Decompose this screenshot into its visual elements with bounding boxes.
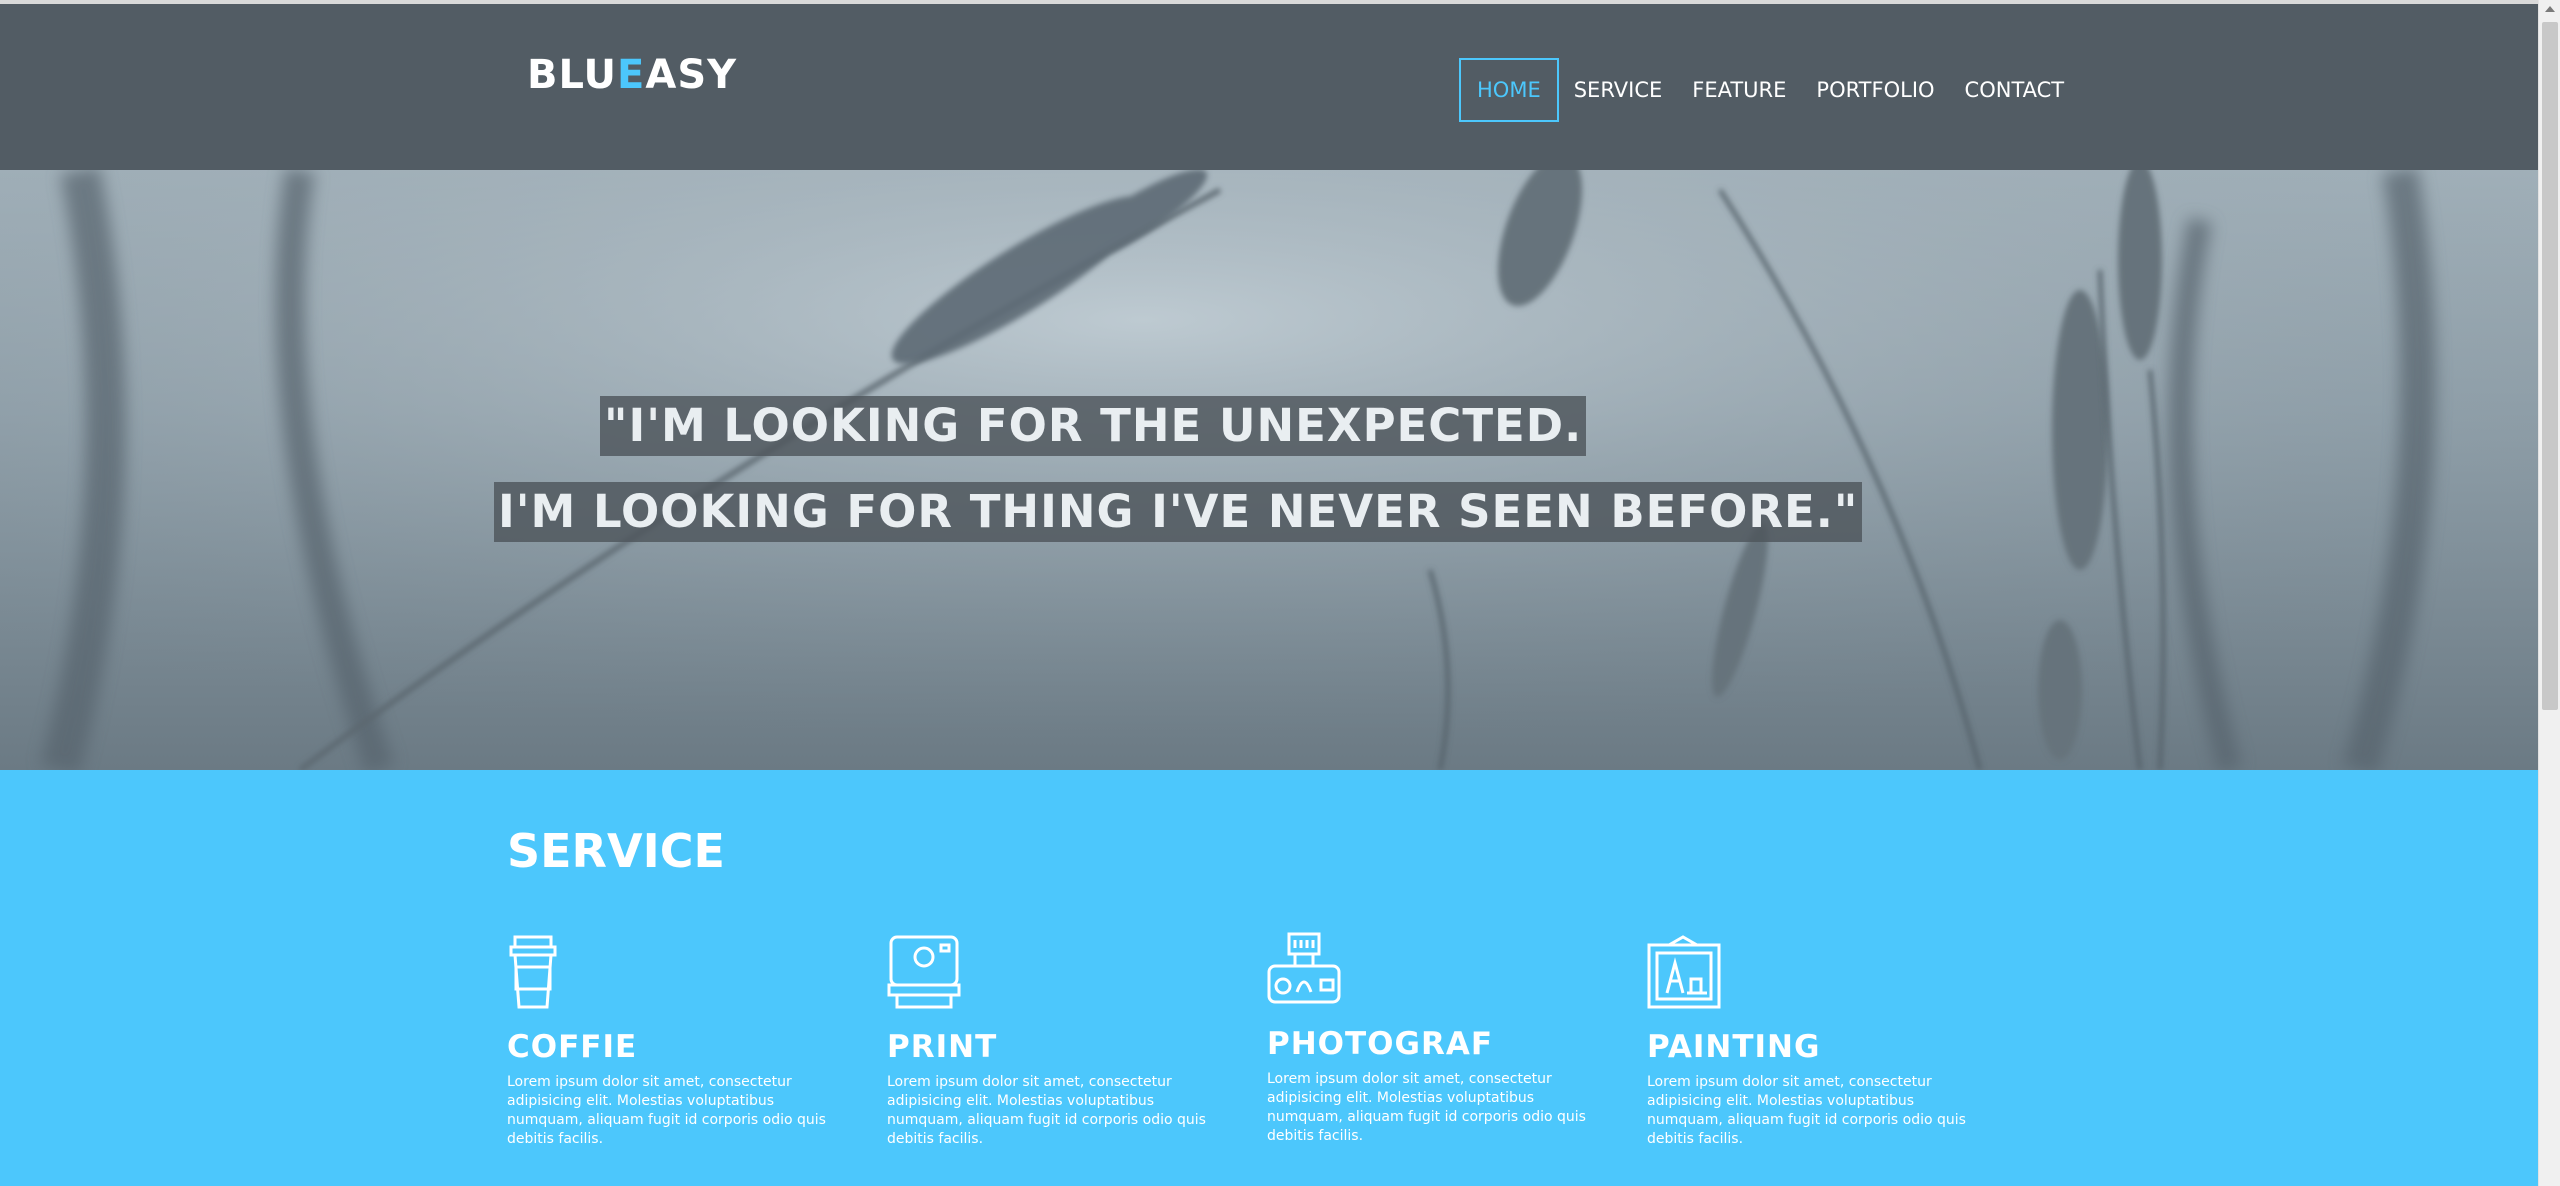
- nav-item-contact[interactable]: CONTACT: [1950, 58, 2080, 122]
- service-card-painting: PAINTING Lorem ipsum dolor sit amet, con…: [1647, 935, 1977, 1149]
- service-title: PHOTOGRAF: [1267, 1026, 1493, 1062]
- hero-quote-line-1: "I'M LOOKING FOR THE UNEXPECTED.: [600, 396, 1587, 456]
- service-title: PAINTING: [1647, 1029, 1821, 1065]
- service-title: PRINT: [887, 1029, 998, 1065]
- logo-text-part1: BLU: [527, 52, 618, 98]
- hero-quote-line-2: I'M LOOKING FOR THING I'VE NEVER SEEN BE…: [494, 482, 1863, 542]
- scroll-up-arrow-icon[interactable]: [2545, 6, 2555, 12]
- service-text: Lorem ipsum dolor sit amet, consectetur …: [1267, 1071, 1586, 1144]
- service-title: COFFIE: [507, 1029, 638, 1065]
- service-heading: SERVICE: [507, 824, 725, 878]
- service-section: SERVICE COFFIE Lorem ipsum dolor sit ame…: [0, 770, 2538, 1186]
- nav-item-feature[interactable]: FEATURE: [1677, 58, 1801, 122]
- nav-item-home[interactable]: HOME: [1459, 58, 1559, 122]
- polaroid-camera-icon: [887, 935, 961, 1009]
- wheat-field-background: [0, 170, 2538, 770]
- logo-text-part2: ASY: [645, 52, 738, 98]
- logo[interactable]: BLUEASY: [527, 52, 737, 98]
- service-text: Lorem ipsum dolor sit amet, consectetur …: [887, 1074, 1206, 1147]
- logo-text-accent: E: [617, 52, 646, 98]
- page: BLUEASY HOME SERVICE FEATURE PORTFOLIO C…: [0, 0, 2560, 1186]
- hero-banner: "I'M LOOKING FOR THE UNEXPECTED. I'M LOO…: [0, 170, 2538, 770]
- scrollbar-thumb[interactable]: [2542, 22, 2558, 710]
- main-nav: HOME SERVICE FEATURE PORTFOLIO CONTACT: [1459, 58, 2079, 122]
- service-card-coffie: COFFIE Lorem ipsum dolor sit amet, conse…: [507, 935, 837, 1149]
- site-header: BLUEASY HOME SERVICE FEATURE PORTFOLIO C…: [0, 4, 2538, 170]
- service-card-photograf: PHOTOGRAF Lorem ipsum dolor sit amet, co…: [1267, 932, 1597, 1146]
- service-card-print: PRINT Lorem ipsum dolor sit amet, consec…: [887, 935, 1217, 1149]
- nav-item-service[interactable]: SERVICE: [1559, 58, 1678, 122]
- service-text: Lorem ipsum dolor sit amet, consectetur …: [1647, 1074, 1966, 1147]
- nav-item-portfolio[interactable]: PORTFOLIO: [1801, 58, 1949, 122]
- painting-frame-icon: [1647, 935, 1721, 1009]
- service-text: Lorem ipsum dolor sit amet, consectetur …: [507, 1074, 826, 1147]
- coffee-cup-icon: [509, 935, 557, 1009]
- vertical-scrollbar[interactable]: [2538, 0, 2560, 1186]
- camera-flash-icon: [1267, 932, 1341, 1004]
